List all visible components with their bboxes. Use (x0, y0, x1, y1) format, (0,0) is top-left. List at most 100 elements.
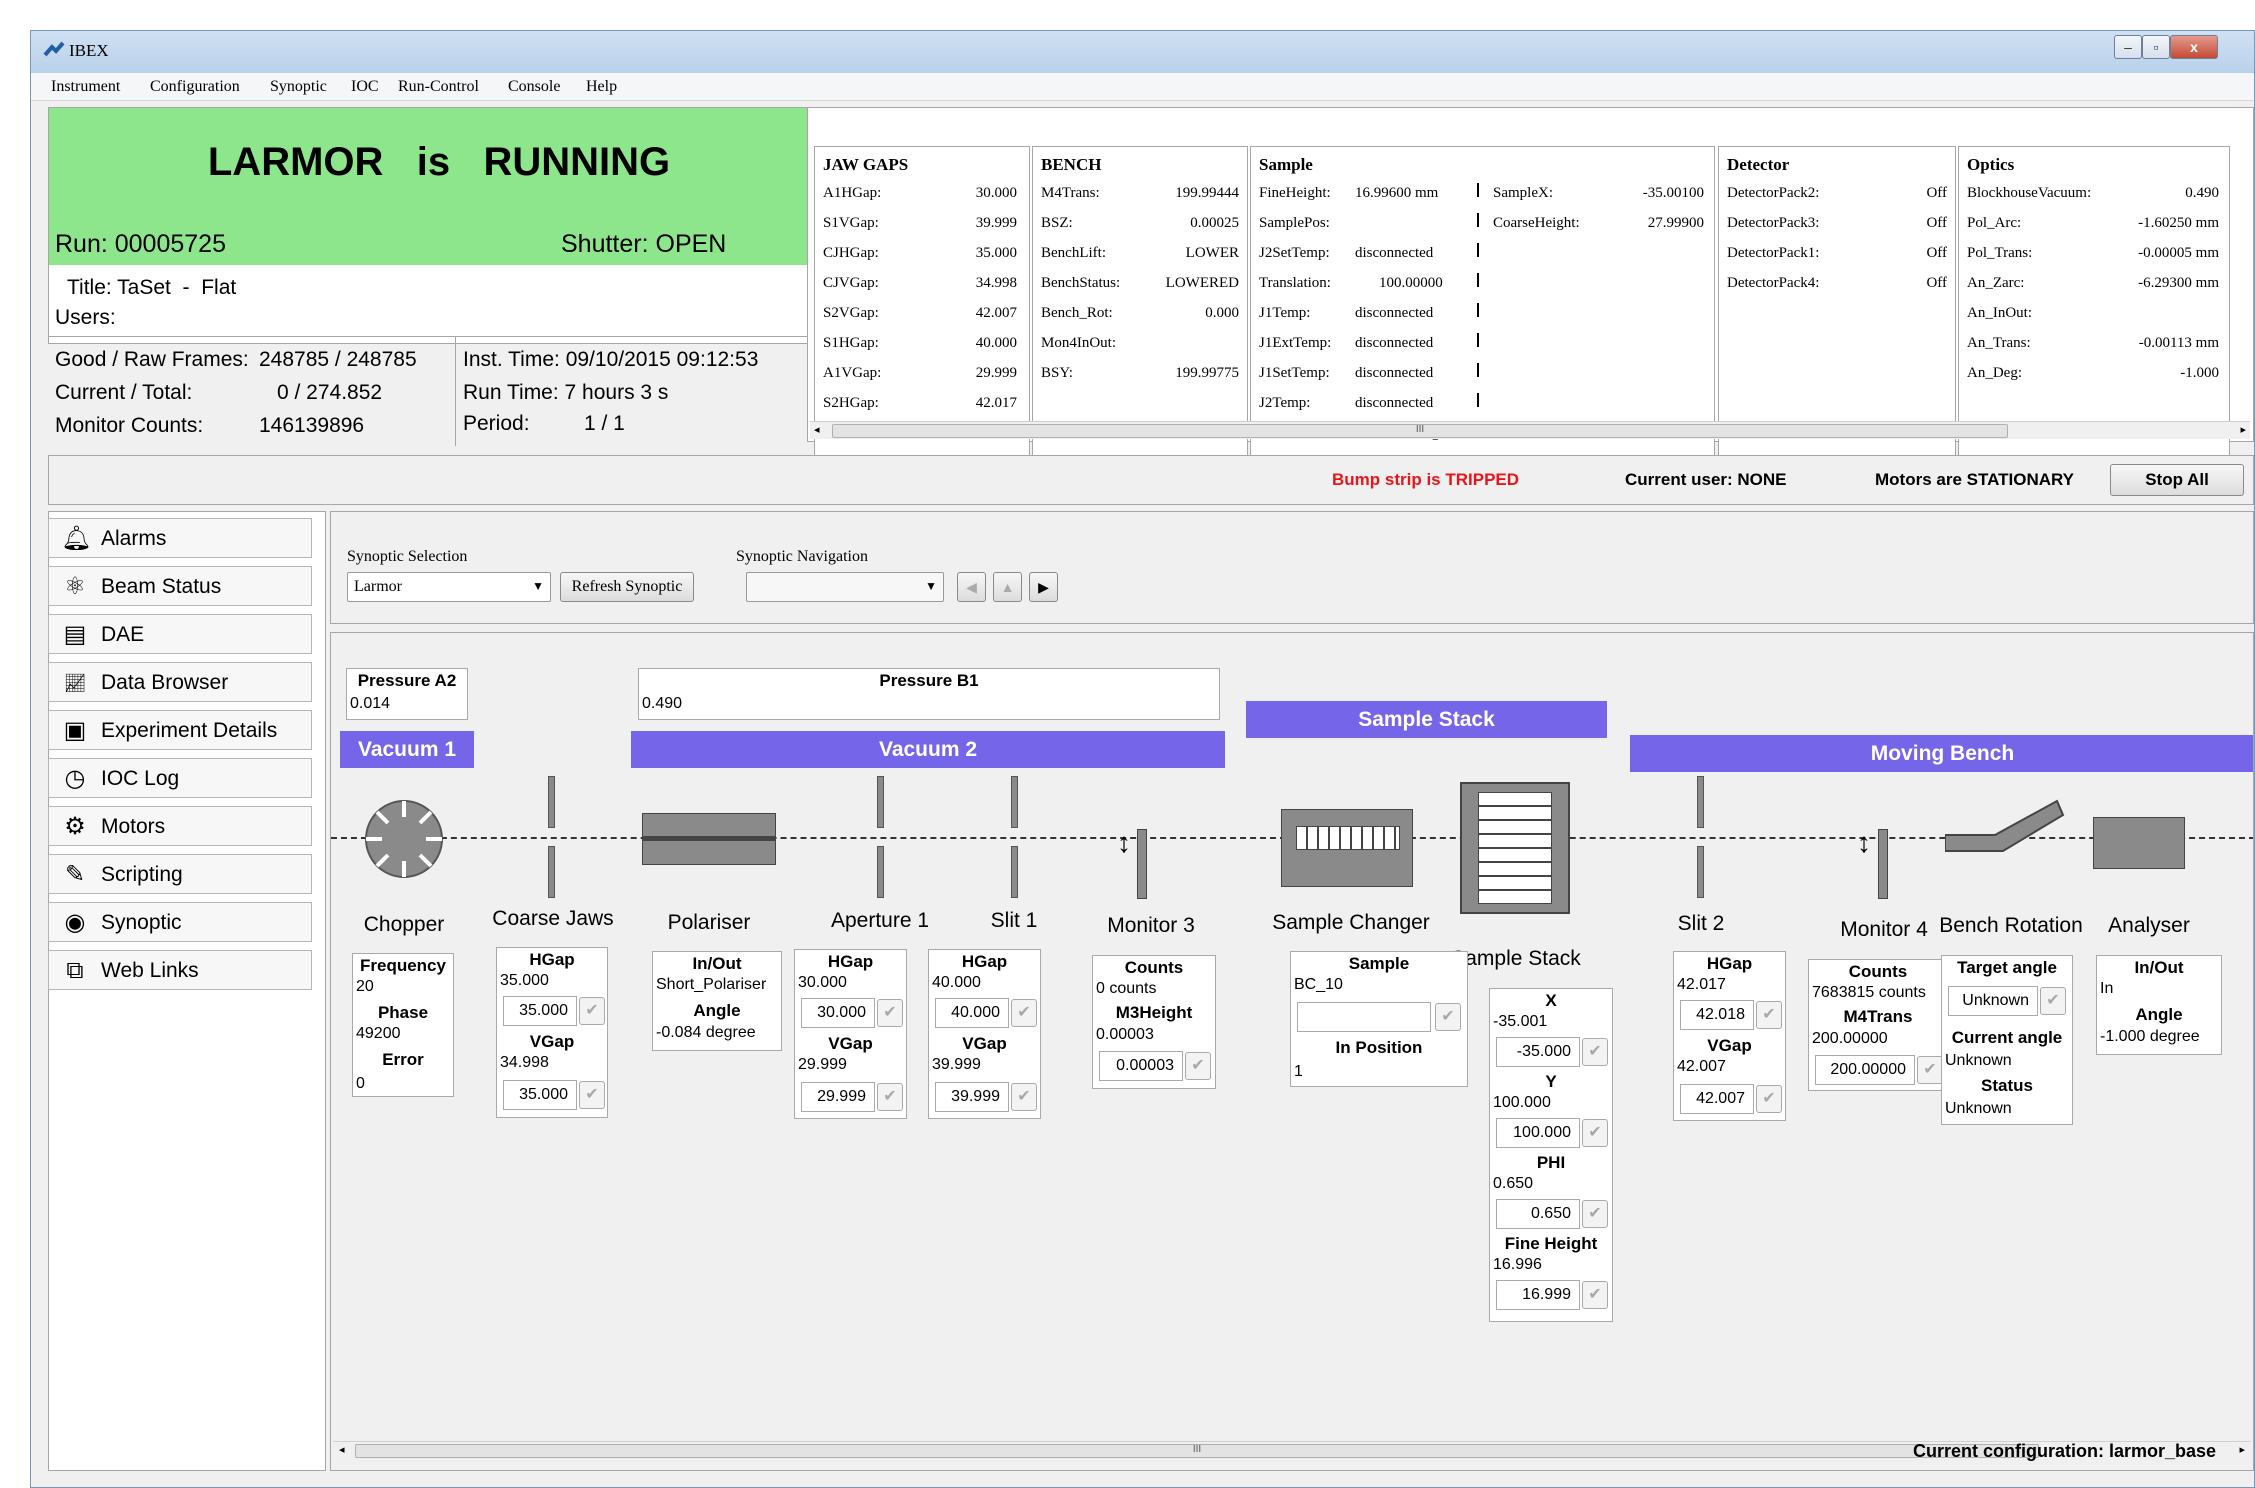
dashboard-horizontal-scrollbar[interactable]: ◂ III ▸ (810, 421, 2250, 439)
column-separator (1477, 183, 1479, 453)
monitor-3-icon[interactable] (1134, 829, 1150, 899)
phi-setpoint-input[interactable]: 0.650 (1496, 1199, 1580, 1229)
block-name: DetectorPack4: (1727, 275, 1820, 291)
m3height-apply-button[interactable]: ✔ (1185, 1052, 1211, 1080)
perspective-experiment-details[interactable]: ▣ Experiment Details (48, 710, 312, 750)
block-name: CJHGap: (823, 245, 879, 261)
hgap-apply-button[interactable]: ✔ (877, 999, 903, 1027)
monitor-4-icon[interactable] (1875, 829, 1891, 899)
sample-apply-button[interactable]: ✔ (1435, 1003, 1461, 1031)
perspective-alarms[interactable]: 🔔︎ Alarms (48, 518, 312, 558)
nav-up-button[interactable]: ▲ (993, 572, 1022, 602)
current-angle-title: Current angle (1951, 1028, 2063, 1047)
y-apply-button[interactable]: ✔ (1582, 1119, 1608, 1147)
bench-title: BENCH (1041, 155, 1102, 174)
perspective-scripting[interactable]: ✎ Scripting (48, 854, 312, 894)
hgap-setpoint-input[interactable]: 30.000 (801, 998, 875, 1028)
menu-configuration[interactable]: Configuration (150, 78, 240, 96)
hgap-setpoint-input[interactable]: 42.018 (1680, 1000, 1754, 1030)
analyser-icon[interactable] (2093, 817, 2185, 869)
slit-1-top[interactable] (1011, 776, 1018, 828)
aperture-1-label: Aperture 1 (830, 909, 930, 932)
maximize-button[interactable]: ▫ (2142, 35, 2170, 59)
x-apply-button[interactable]: ✔ (1582, 1038, 1608, 1066)
stop-all-button[interactable]: Stop All (2110, 464, 2244, 496)
perspective-data-browser[interactable]: 📈︎ Data Browser (48, 662, 312, 702)
coarse-jaws-bottom[interactable] (548, 846, 555, 898)
scroll-left-icon[interactable]: ◂ (814, 423, 820, 436)
m4trans-setpoint-input[interactable]: 200.00000 (1815, 1055, 1915, 1085)
vgap-apply-button[interactable]: ✔ (1011, 1083, 1037, 1111)
menu-help[interactable]: Help (586, 78, 617, 96)
sample-stack-icon[interactable] (1460, 782, 1570, 914)
target-angle-apply-button[interactable]: ✔ (2040, 987, 2066, 1015)
sample-setpoint-input[interactable] (1297, 1002, 1431, 1032)
perspective-web-links[interactable]: ⧉ Web Links (48, 950, 312, 990)
fine-height-setpoint-input[interactable]: 16.999 (1496, 1280, 1580, 1310)
synoptic-select[interactable]: Larmor ▼ (347, 572, 551, 602)
coarse-jaws-top[interactable] (548, 776, 555, 828)
pressure-a2-value: 0.014 (350, 695, 391, 712)
sample-changer-icon[interactable] (1281, 809, 1413, 887)
chopper-icon[interactable] (364, 799, 444, 879)
coarse-jaws-label: Coarse Jaws (492, 907, 614, 930)
nav-back-button[interactable]: ◀ (957, 572, 986, 602)
m4trans-apply-button[interactable]: ✔ (1917, 1056, 1943, 1084)
atom-icon: ⚛ (64, 573, 86, 600)
x-setpoint-input[interactable]: -35.000 (1496, 1037, 1580, 1067)
hgap-setpoint-input[interactable]: 40.000 (935, 998, 1009, 1028)
m3height-setpoint-input[interactable]: 0.00003 (1099, 1051, 1183, 1081)
block-value: disconnected (1355, 245, 1434, 261)
period-label: Period: (463, 412, 530, 435)
perspective-beam-status[interactable]: ⚛ Beam Status (48, 566, 312, 606)
menu-instrument[interactable]: Instrument (51, 78, 120, 96)
scroll-thumb[interactable]: III (832, 424, 2008, 438)
scroll-right-icon[interactable]: ▸ (2239, 1443, 2245, 1456)
perspective-ioc-log[interactable]: ◷ IOC Log (48, 758, 312, 798)
aperture-1-top[interactable] (877, 776, 884, 828)
minimize-button[interactable]: – (2114, 35, 2142, 59)
fine-height-apply-button[interactable]: ✔ (1582, 1281, 1608, 1309)
scroll-thumb[interactable]: III (355, 1444, 2039, 1458)
document-icon: ▤ (63, 621, 87, 648)
vgap-apply-button[interactable]: ✔ (579, 1081, 605, 1109)
menu-synoptic[interactable]: Synoptic (270, 78, 327, 96)
close-button[interactable]: x (2170, 35, 2218, 59)
scroll-right-icon[interactable]: ▸ (2240, 423, 2246, 436)
phi-apply-button[interactable]: ✔ (1582, 1200, 1608, 1228)
menu-run-control[interactable]: Run-Control (398, 78, 479, 96)
menu-console[interactable]: Console (508, 78, 560, 96)
vgap-setpoint-input[interactable]: 29.999 (801, 1082, 875, 1112)
hgap-apply-button[interactable]: ✔ (1756, 1001, 1782, 1029)
vgap-setpoint-input[interactable]: 42.007 (1680, 1084, 1754, 1114)
slit-1-bottom[interactable] (1011, 846, 1018, 898)
polariser-icon[interactable] (642, 813, 776, 865)
vgap-apply-button[interactable]: ✔ (1756, 1085, 1782, 1113)
menu-ioc[interactable]: IOC (351, 78, 379, 96)
perspective-synoptic[interactable]: ◉ Synoptic (48, 902, 312, 942)
block-name: CoarseHeight: (1493, 215, 1580, 231)
target-angle-input[interactable]: Unknown (1948, 986, 2038, 1016)
refresh-synoptic-button[interactable]: Refresh Synoptic (560, 572, 694, 602)
block-value: 27.99900 (1647, 215, 1704, 231)
hgap-apply-button[interactable]: ✔ (579, 997, 605, 1025)
y-setpoint-input[interactable]: 100.000 (1496, 1118, 1580, 1148)
slit-2-top[interactable] (1697, 776, 1704, 828)
vgap-setpoint-input[interactable]: 35.000 (503, 1080, 577, 1110)
aperture-1-bottom[interactable] (877, 846, 884, 898)
chevron-down-icon: ▼ (532, 579, 544, 593)
perspective-motors[interactable]: ⚙ Motors (48, 806, 312, 846)
nav-forward-button[interactable]: ▶ (1029, 572, 1058, 602)
chopper-details: Frequency 20 Phase 49200 Error 0 (352, 953, 454, 1097)
scroll-left-icon[interactable]: ◂ (339, 1443, 345, 1456)
hgap-apply-button[interactable]: ✔ (1011, 999, 1037, 1027)
menu-bar: Instrument Configuration Synoptic IOC Ru… (31, 73, 2254, 101)
synoptic-navigation-select[interactable]: ▼ (746, 572, 944, 602)
vgap-value: 34.998 (500, 1054, 549, 1071)
slit-2-bottom[interactable] (1697, 846, 1704, 898)
vgap-apply-button[interactable]: ✔ (877, 1083, 903, 1111)
hgap-setpoint-input[interactable]: 35.000 (503, 996, 577, 1026)
perspective-dae[interactable]: ▤ DAE (48, 614, 312, 654)
vgap-setpoint-input[interactable]: 39.999 (935, 1082, 1009, 1112)
bench-rotation-icon[interactable] (1944, 783, 2075, 853)
